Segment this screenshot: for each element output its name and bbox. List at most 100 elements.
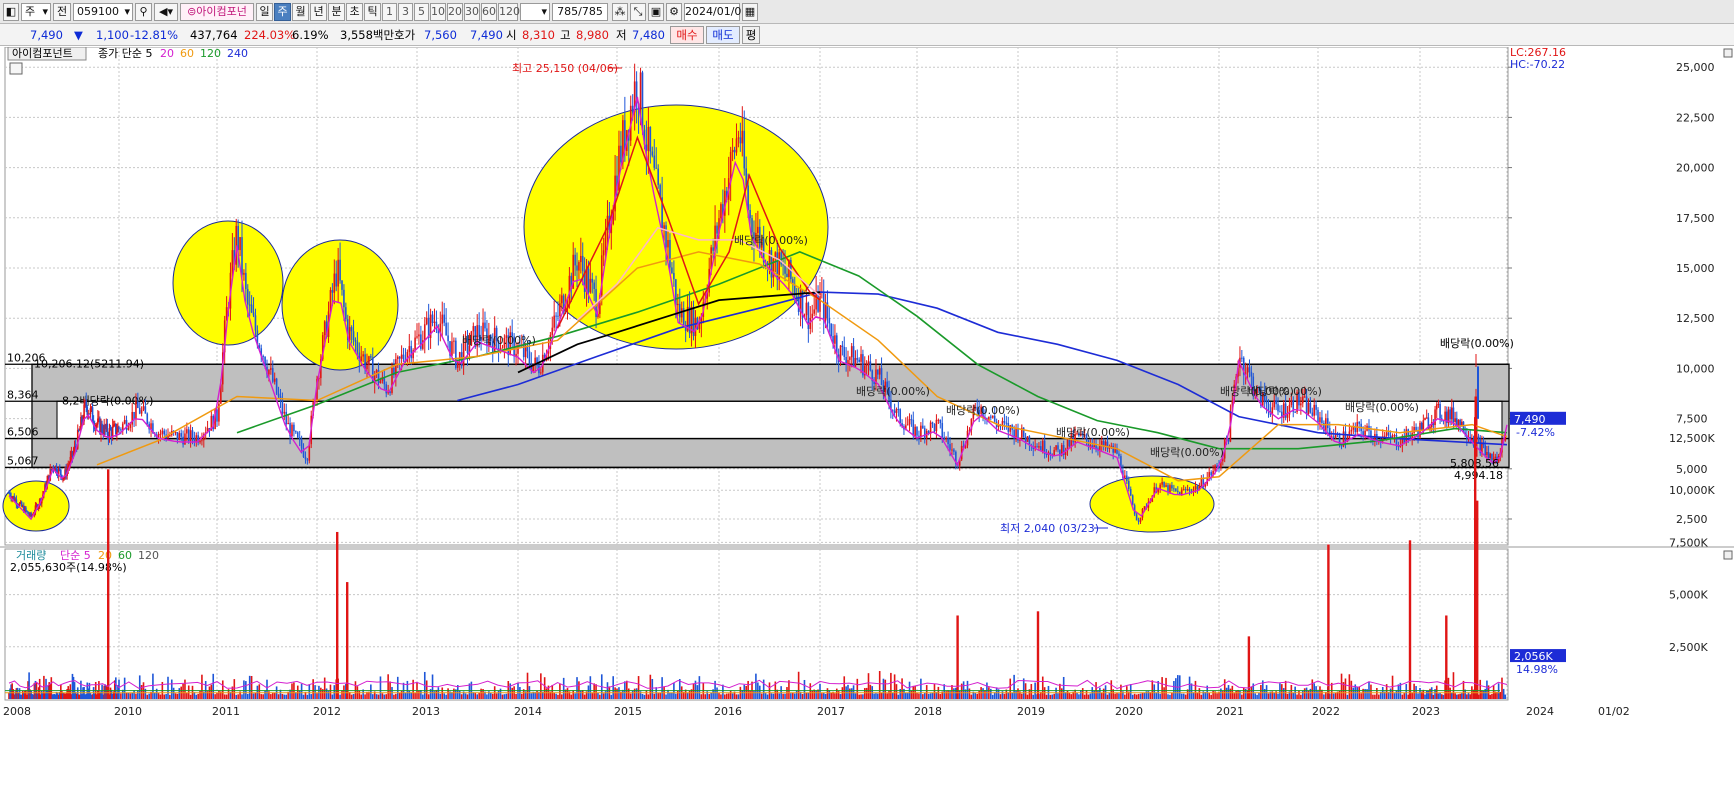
- save-icon[interactable]: ▣: [648, 3, 664, 21]
- minute-tab[interactable]: 60: [481, 3, 497, 21]
- volume-bar: [700, 694, 703, 699]
- candle-body: [352, 331, 355, 340]
- candle-body: [1385, 432, 1388, 436]
- period-tab[interactable]: 주: [274, 3, 291, 21]
- candle-body: [1165, 485, 1167, 487]
- volume-bar: [880, 692, 883, 699]
- minute-tab[interactable]: 10: [430, 3, 446, 21]
- volume-bar: [795, 690, 798, 699]
- gear-icon[interactable]: ⚙: [666, 3, 682, 21]
- volume-bar: [1481, 690, 1483, 699]
- volume-bar: [1442, 694, 1445, 699]
- candle-body: [559, 303, 561, 317]
- evaluate-button[interactable]: 평: [742, 26, 760, 44]
- minute-tab[interactable]: 3: [398, 3, 413, 21]
- company-name[interactable]: ⊜아이컴포넌: [180, 3, 254, 21]
- volume-bar: [599, 694, 601, 699]
- candle-body: [1188, 489, 1191, 492]
- volume-bar: [591, 693, 594, 699]
- candle-body: [368, 356, 370, 366]
- volume-bar: [651, 678, 654, 699]
- count-display[interactable]: 785/785: [552, 3, 608, 21]
- volume-bar: [627, 688, 630, 699]
- volume-bar: [146, 694, 149, 699]
- volume-bar: [447, 688, 449, 699]
- candle-body: [893, 410, 896, 413]
- minute-tab[interactable]: 1: [382, 3, 397, 21]
- unit-select[interactable]: ▾: [520, 3, 550, 21]
- candle-body: [828, 317, 831, 324]
- period-tab[interactable]: 월: [292, 3, 309, 21]
- candle-body: [576, 265, 578, 271]
- period-tab[interactable]: 년: [310, 3, 327, 21]
- volume-bar: [398, 692, 401, 699]
- search-icon[interactable]: ⚲: [135, 3, 152, 21]
- volume-bar: [285, 694, 288, 699]
- period-tab[interactable]: 틱: [364, 3, 381, 21]
- volume-bar: [1099, 687, 1101, 699]
- volume-bar: [383, 694, 386, 699]
- candle-body: [1422, 420, 1425, 431]
- candle-body: [1200, 479, 1203, 486]
- volume-bar: [1057, 693, 1059, 699]
- date-input[interactable]: 2024/01/02: [684, 3, 748, 21]
- candle-body: [1038, 446, 1040, 448]
- calendar-icon[interactable]: ▦: [742, 3, 758, 21]
- volume-bar: [252, 693, 255, 699]
- band-top-text: 10,206.12(5211.94): [34, 357, 144, 370]
- volume-bar: [708, 694, 710, 699]
- volume-bar: [725, 693, 728, 699]
- period-tab[interactable]: 초: [346, 3, 363, 21]
- volume-bar: [616, 688, 618, 699]
- volume-bar: [182, 683, 184, 699]
- stock-code-input[interactable]: 059100 ▾: [73, 3, 133, 21]
- volume-bar: [1489, 694, 1492, 699]
- volume-bar: [1081, 688, 1084, 699]
- link-icon[interactable]: ⁂: [612, 3, 628, 21]
- market-select[interactable]: 주 ▾: [21, 3, 51, 21]
- candle-body: [370, 356, 372, 358]
- candle-body: [451, 341, 453, 356]
- volume-bar: [281, 693, 284, 699]
- volume-bar: [1338, 690, 1341, 699]
- candle-body: [741, 130, 744, 144]
- minute-tab[interactable]: 30: [464, 3, 480, 21]
- buy-button[interactable]: 매수: [670, 26, 704, 44]
- volume-bar: [468, 683, 471, 699]
- minute-tab[interactable]: 120: [498, 3, 520, 21]
- volume-bar: [1022, 678, 1025, 699]
- minute-tab[interactable]: 5: [414, 3, 429, 21]
- grid-menu-icon[interactable]: ◧: [3, 3, 19, 21]
- candle-body: [418, 334, 420, 337]
- volume-bar: [1469, 694, 1471, 699]
- candle-body: [1364, 430, 1366, 436]
- chevron-down-icon: ▾: [42, 5, 48, 18]
- volume-bar: [159, 694, 162, 699]
- chart-area[interactable]: 2008 2010 2011 2012 2013 2014 2015 2016 2017 2018…: [0, 46, 1734, 799]
- candle-body: [1196, 486, 1199, 491]
- period-tab[interactable]: 분: [328, 3, 345, 21]
- sell-button[interactable]: 매도: [706, 26, 740, 44]
- volume-bar: [1062, 676, 1065, 699]
- period-tab[interactable]: 일: [256, 3, 273, 21]
- volume-bar: [186, 692, 188, 699]
- minute-tab[interactable]: 20: [447, 3, 463, 21]
- volume-bar: [1254, 693, 1256, 699]
- candle-body: [922, 425, 924, 429]
- stock-chart[interactable]: 2008 2010 2011 2012 2013 2014 2015 2016 2017 2018…: [0, 46, 1734, 799]
- hoga-label: 호가: [394, 28, 416, 42]
- speaker-icon[interactable]: ◀▾: [154, 3, 178, 21]
- prefix-button[interactable]: 전: [53, 3, 71, 21]
- volume-bar: [677, 690, 679, 699]
- volume-bar: [298, 690, 301, 699]
- volume-bar: [445, 694, 447, 699]
- volume-bar: [273, 692, 276, 699]
- volume-bar: [1053, 693, 1055, 699]
- volume-bar: [1486, 680, 1488, 699]
- volume-bar: [559, 684, 561, 699]
- candle-body: [298, 437, 301, 440]
- volume-bar: [1350, 680, 1353, 699]
- zoom-icon[interactable]: ⤡: [630, 3, 646, 21]
- candle-body: [651, 151, 654, 156]
- volume-bar: [1009, 678, 1012, 699]
